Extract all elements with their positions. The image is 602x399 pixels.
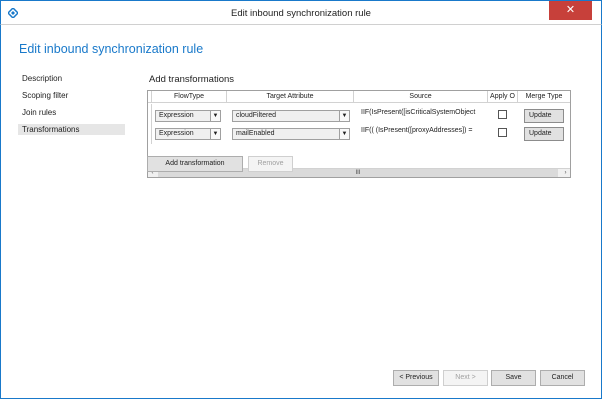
chevron-down-icon[interactable]: ▼	[339, 111, 349, 121]
chevron-down-icon[interactable]: ▼	[210, 111, 220, 121]
page-title: Edit inbound synchronization rule	[19, 42, 204, 56]
column-header-apply-once[interactable]: Apply O	[488, 91, 518, 103]
add-transformation-button[interactable]: Add transformation	[147, 156, 243, 172]
previous-button[interactable]: < Previous	[393, 370, 439, 386]
chevron-down-icon[interactable]: ▼	[339, 129, 349, 139]
column-header-flowtype[interactable]: FlowType	[152, 91, 227, 103]
remove-button[interactable]: Remove	[248, 156, 293, 172]
target-attribute-value: cloudFiltered	[236, 112, 277, 119]
source-expression[interactable]: IIF(IsPresent([isCriticalSystemObject	[361, 106, 485, 120]
merge-type-dropdown[interactable]: Update	[524, 127, 564, 141]
source-expression[interactable]: IIF(( (IsPresent([proxyAddresses]) =	[361, 124, 485, 138]
close-button[interactable]: ✕	[549, 1, 592, 20]
chevron-down-icon[interactable]: ▼	[210, 129, 220, 139]
sidebar-item-join-rules[interactable]: Join rules	[18, 107, 125, 118]
sidebar-item-scoping-filter[interactable]: Scoping filter	[18, 90, 125, 101]
apply-once-checkbox[interactable]	[498, 128, 507, 137]
section-title: Add transformations	[149, 74, 235, 85]
save-button[interactable]: Save	[491, 370, 536, 386]
column-header-source[interactable]: Source	[354, 91, 488, 103]
flowtype-value: Expression	[159, 112, 194, 119]
target-attribute-value: mailEnabled	[236, 130, 275, 137]
target-attribute-dropdown[interactable]: cloudFiltered ▼	[232, 110, 350, 122]
target-attribute-dropdown[interactable]: mailEnabled ▼	[232, 128, 350, 140]
apply-once-checkbox[interactable]	[498, 110, 507, 119]
next-button[interactable]: Next >	[443, 370, 488, 386]
cancel-button[interactable]: Cancel	[540, 370, 585, 386]
flowtype-dropdown[interactable]: Expression ▼	[155, 128, 221, 140]
dialog-body: Edit inbound synchronization rule Descri…	[0, 25, 602, 399]
column-header-merge-type[interactable]: Merge Type	[518, 91, 570, 103]
window-title: Edit inbound synchronization rule	[231, 8, 371, 19]
merge-type-dropdown[interactable]: Update	[524, 109, 564, 123]
title-bar: Edit inbound synchronization rule ✕	[0, 0, 602, 25]
column-header-target-attribute[interactable]: Target Attribute	[227, 91, 354, 103]
row-header[interactable]	[148, 124, 152, 144]
scroll-right-icon[interactable]: ›	[561, 169, 570, 177]
row-header[interactable]	[148, 104, 152, 124]
flowtype-dropdown[interactable]: Expression ▼	[155, 110, 221, 122]
sidebar-item-description[interactable]: Description	[18, 73, 125, 84]
sidebar-item-transformations[interactable]: Transformations	[18, 124, 125, 135]
flowtype-value: Expression	[159, 130, 194, 137]
